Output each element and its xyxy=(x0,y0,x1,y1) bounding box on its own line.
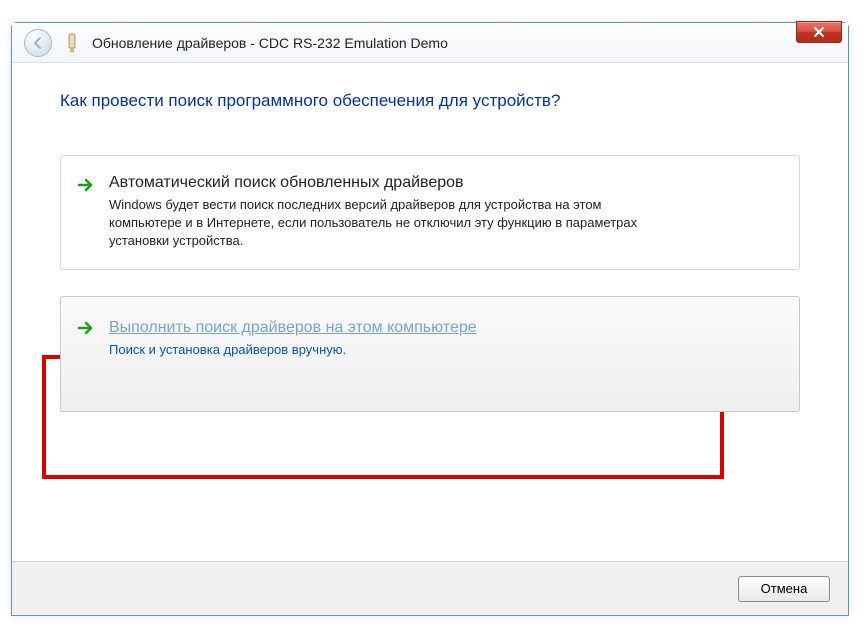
wizard-footer: Отмена xyxy=(12,561,848,615)
option-manual-description: Поиск и установка драйверов вручную. xyxy=(109,341,669,359)
option-manual-search[interactable]: Выполнить поиск драйверов на этом компью… xyxy=(60,296,800,412)
option-manual-title: Выполнить поиск драйверов на этом компью… xyxy=(109,319,783,337)
back-arrow-icon xyxy=(31,36,45,50)
arrow-right-icon xyxy=(77,176,95,194)
option-auto-description: Windows будет вести поиск последних верс… xyxy=(109,196,669,251)
driver-update-wizard-window: Обновление драйверов - CDC RS-232 Emulat… xyxy=(11,22,849,616)
cancel-button[interactable]: Отмена xyxy=(738,576,830,602)
close-button[interactable] xyxy=(796,21,842,43)
option-auto-title: Автоматический поиск обновленных драйвер… xyxy=(109,174,783,192)
window-title: Обновление драйверов - CDC RS-232 Emulat… xyxy=(92,35,448,51)
option-auto-search[interactable]: Автоматический поиск обновленных драйвер… xyxy=(60,155,800,270)
wizard-header: Обновление драйверов - CDC RS-232 Emulat… xyxy=(12,23,848,63)
wizard-content: Как провести поиск программного обеспече… xyxy=(12,63,848,615)
main-heading: Как провести поиск программного обеспече… xyxy=(60,91,800,111)
device-icon xyxy=(64,33,80,53)
back-button[interactable] xyxy=(24,29,52,57)
close-icon xyxy=(813,26,825,38)
arrow-right-icon xyxy=(77,319,95,337)
